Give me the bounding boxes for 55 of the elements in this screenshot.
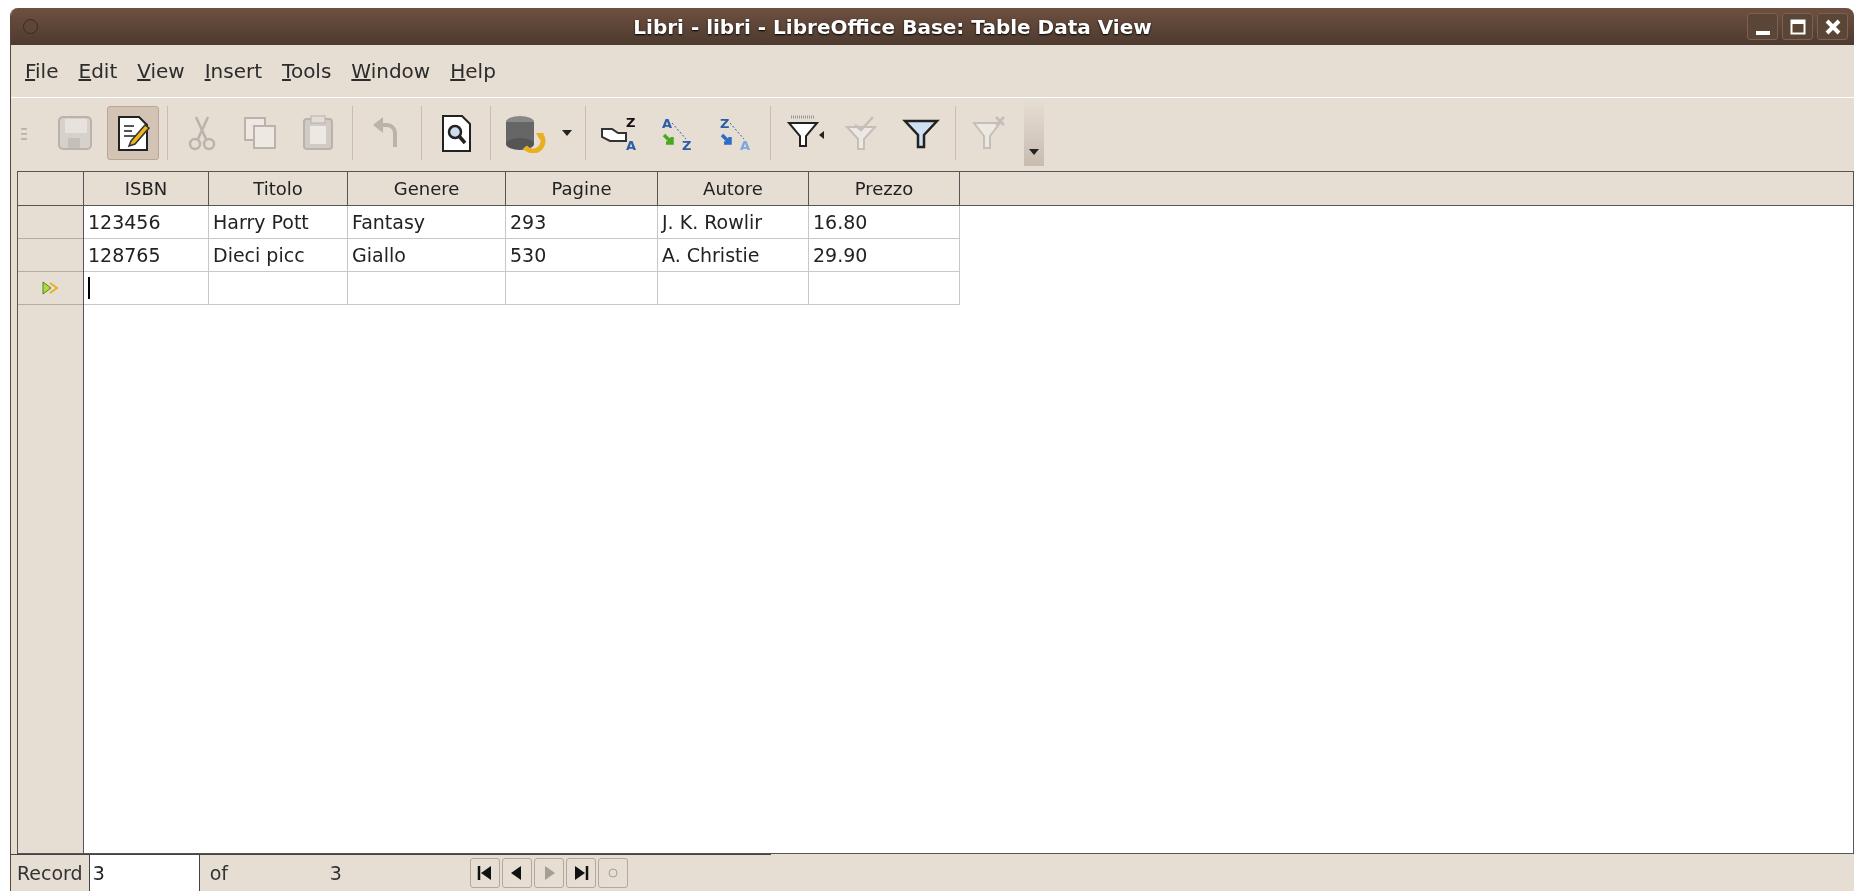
table-cell: 128765 <box>84 239 209 272</box>
column-header[interactable]: Pagine <box>506 172 658 205</box>
table-cell: Fantasy <box>348 206 506 239</box>
table-cell: 123456 <box>84 206 209 239</box>
close-button[interactable] <box>1817 13 1848 40</box>
table-cell[interactable] <box>809 272 960 305</box>
record-field[interactable]: 3 <box>89 854 200 891</box>
menu-item[interactable]: File <box>15 55 69 87</box>
edit-button[interactable] <box>107 105 159 160</box>
table-cell[interactable] <box>658 272 809 305</box>
table-cell: Harry Pott <box>209 206 348 239</box>
table-cell: A. Christie <box>658 239 809 272</box>
table-cell: 530 <box>506 239 658 272</box>
dropdown-icon <box>561 128 573 137</box>
text-cursor <box>88 277 90 299</box>
menu-item[interactable]: Tools <box>272 55 342 87</box>
sort-ascending-button[interactable]: A Z <box>652 105 704 160</box>
table-cell: Giallo <box>348 239 506 272</box>
table-cell[interactable] <box>348 272 506 305</box>
column-header[interactable]: Prezzo <box>809 172 960 205</box>
menu-item[interactable]: Edit <box>68 55 128 87</box>
table-cell[interactable] <box>209 272 348 305</box>
sort-descending-button[interactable]: Z A <box>710 105 762 160</box>
column-header[interactable]: Titolo <box>209 172 348 205</box>
of-label: of <box>208 861 230 884</box>
table-cell: 293 <box>506 206 658 239</box>
minimize-icon <box>1755 30 1770 35</box>
maximize-icon <box>1788 17 1807 36</box>
column-header[interactable]: ISBN <box>84 172 209 205</box>
table-cell: 29.90 <box>809 239 960 272</box>
window-menu-icon[interactable] <box>23 19 38 34</box>
minimize-button[interactable] <box>1747 13 1778 40</box>
previous-record-button[interactable] <box>501 857 532 888</box>
menu-item[interactable]: Window <box>341 55 441 87</box>
column-header[interactable]: Genere <box>348 172 506 205</box>
maximize-button[interactable] <box>1782 13 1813 40</box>
menu-item[interactable]: View <box>127 55 195 87</box>
current-row-icon <box>41 281 60 295</box>
table-cell[interactable] <box>506 272 658 305</box>
column-header[interactable]: Autore <box>658 172 809 205</box>
table-cell: J. K. Rowlir <box>658 206 809 239</box>
table-cell[interactable] <box>84 272 209 305</box>
record-count: 3 <box>329 861 343 884</box>
close-icon <box>1823 17 1842 36</box>
first-record-button[interactable] <box>469 857 500 888</box>
hand-sort-button[interactable]: Z A <box>594 105 646 160</box>
table-cell: Dieci picc <box>209 239 348 272</box>
record-label: Record <box>11 854 90 891</box>
dropdown-icon <box>1028 147 1040 156</box>
menu-item[interactable]: Help <box>440 55 506 87</box>
grip-icon <box>21 125 27 140</box>
window-title: Libri - libri - LibreOffice Base: Table Data View <box>632 14 1153 39</box>
last-record-button[interactable] <box>565 857 596 888</box>
table-cell: 16.80 <box>809 206 960 239</box>
menu-item[interactable]: Insert <box>194 55 273 87</box>
